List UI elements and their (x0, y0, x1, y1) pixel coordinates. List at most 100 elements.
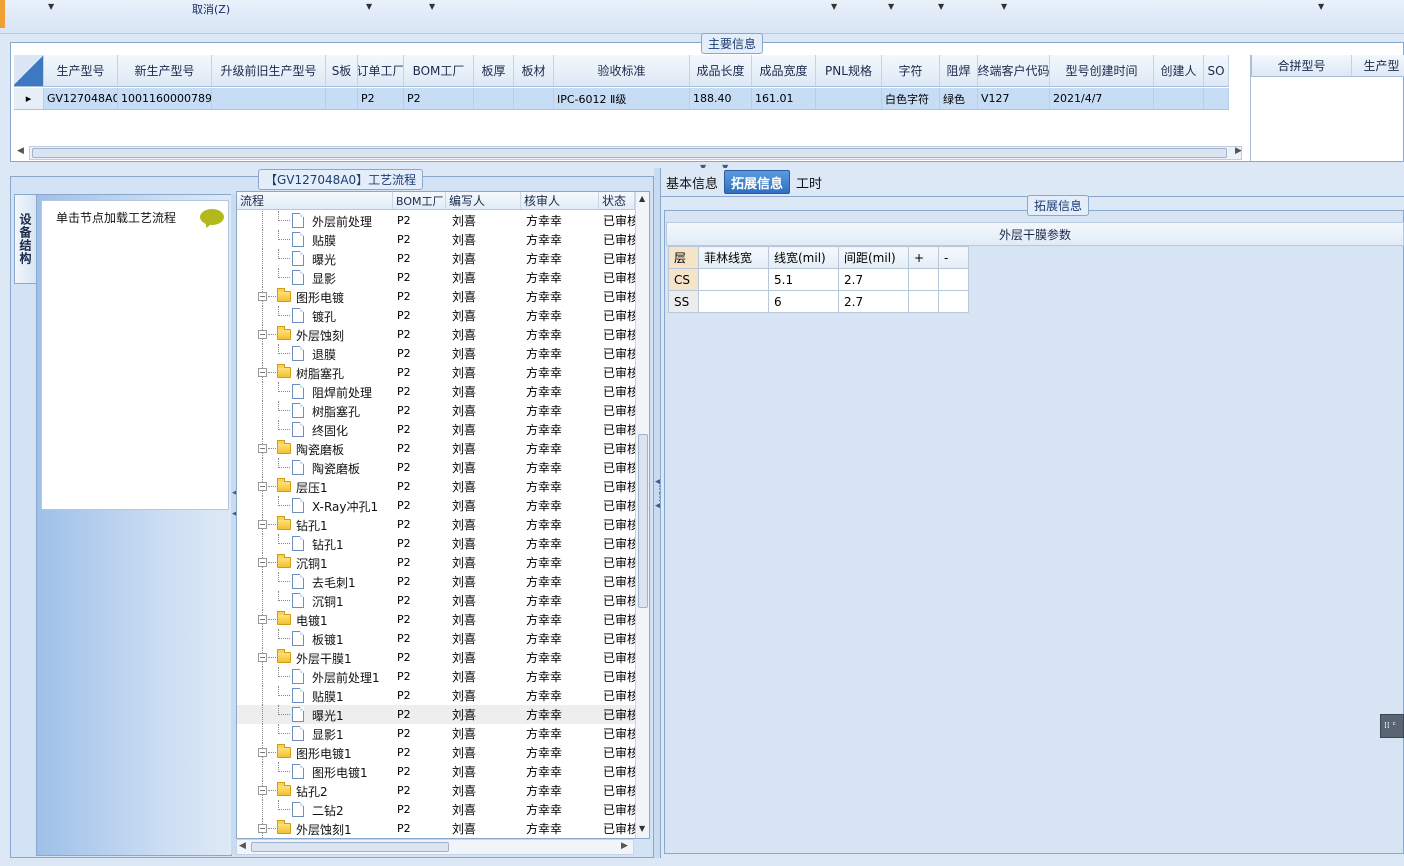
tree-row[interactable]: 二钻2 P2刘喜方幸幸已审核 (237, 800, 635, 819)
main-cell[interactable]: 188.40 (690, 88, 752, 109)
reviewer-cell[interactable]: 方幸幸 (521, 800, 599, 819)
status-cell[interactable]: 已审核 (599, 211, 635, 230)
status-cell[interactable]: 已审核 (599, 230, 635, 249)
reviewer-cell[interactable]: 方幸幸 (521, 743, 599, 762)
collapse-toggle-icon[interactable]: − (258, 653, 267, 662)
collapse-toggle-icon[interactable]: − (258, 292, 267, 301)
add-column-button[interactable]: + (908, 246, 939, 269)
reviewer-cell[interactable]: 方幸幸 (521, 610, 599, 629)
reviewer-cell[interactable]: 方幸幸 (521, 382, 599, 401)
bom-factory-cell[interactable]: P2 (393, 344, 446, 363)
param-cell[interactable]: 2.7 (838, 290, 909, 313)
writer-cell[interactable]: 刘喜 (446, 819, 521, 838)
tree-row[interactable]: 曝光 P2刘喜方幸幸已审核 (237, 249, 635, 268)
dropdown-arrow-icon[interactable]: ▼ (429, 2, 435, 11)
tree-row[interactable]: − 陶瓷磨板 P2刘喜方幸幸已审核 (237, 439, 635, 458)
param-cell[interactable] (938, 268, 969, 291)
status-cell[interactable]: 已审核 (599, 344, 635, 363)
tree-row[interactable]: 板镀1 P2刘喜方幸幸已审核 (237, 629, 635, 648)
tab-basic-info[interactable]: 基本信息 (660, 170, 724, 194)
writer-cell[interactable]: 刘喜 (446, 781, 521, 800)
status-cell[interactable]: 已审核 (599, 363, 635, 382)
status-cell[interactable]: 已审核 (599, 762, 635, 781)
main-cell[interactable] (816, 88, 882, 109)
scroll-thumb[interactable] (32, 148, 1227, 158)
main-col-header[interactable]: 创建人 (1154, 55, 1204, 86)
bom-factory-cell[interactable]: P2 (393, 325, 446, 344)
writer-cell[interactable]: 刘喜 (446, 325, 521, 344)
param-cell[interactable]: 2.7 (838, 268, 909, 291)
main-cell[interactable]: P2 (404, 88, 474, 109)
main-cell[interactable] (514, 88, 554, 109)
select-all-corner[interactable] (14, 55, 44, 86)
bom-factory-cell[interactable]: P2 (393, 534, 446, 553)
tree-node[interactable]: 图形电镀1 (237, 762, 393, 781)
writer-cell[interactable]: 刘喜 (446, 629, 521, 648)
tree-row[interactable]: 去毛刺1 P2刘喜方幸幸已审核 (237, 572, 635, 591)
bom-factory-cell[interactable]: P2 (393, 572, 446, 591)
bom-factory-cell[interactable]: P2 (393, 287, 446, 306)
reviewer-cell[interactable]: 方幸幸 (521, 705, 599, 724)
status-cell[interactable]: 已审核 (599, 306, 635, 325)
param-cell[interactable] (698, 290, 769, 313)
param-cell[interactable] (698, 268, 769, 291)
main-col-header[interactable]: 字符 (882, 55, 940, 86)
bom-factory-cell[interactable]: P2 (393, 496, 446, 515)
reviewer-cell[interactable]: 方幸幸 (521, 534, 599, 553)
main-cell[interactable]: P2 (358, 88, 404, 109)
collapse-toggle-icon[interactable]: − (258, 330, 267, 339)
collapse-toggle-icon[interactable]: − (258, 615, 267, 624)
writer-cell[interactable]: 刘喜 (446, 230, 521, 249)
main-cell[interactable] (1204, 88, 1229, 109)
status-cell[interactable]: 已审核 (599, 553, 635, 572)
tree-node[interactable]: 外层前处理 (237, 211, 393, 230)
status-cell[interactable]: 已审核 (599, 781, 635, 800)
param-cell[interactable] (908, 290, 939, 313)
status-cell[interactable]: 已审核 (599, 515, 635, 534)
status-cell[interactable]: 已审核 (599, 458, 635, 477)
tree-row[interactable]: 外层前处理 P2刘喜方幸幸已审核 (237, 211, 635, 230)
tree-node[interactable]: 曝光 (237, 249, 393, 268)
tree-row[interactable]: 镀孔 P2刘喜方幸幸已审核 (237, 306, 635, 325)
writer-cell[interactable]: 刘喜 (446, 249, 521, 268)
tree-row[interactable]: − 层压1 P2刘喜方幸幸已审核 (237, 477, 635, 496)
status-cell[interactable]: 已审核 (599, 724, 635, 743)
layer-cell[interactable]: CS (668, 268, 699, 291)
tree-node[interactable]: 显影1 (237, 724, 393, 743)
param-cell[interactable]: 5.1 (768, 268, 839, 291)
main-cell[interactable]: IPC-6012 Ⅱ级 (554, 88, 690, 109)
writer-cell[interactable]: 刘喜 (446, 686, 521, 705)
writer-cell[interactable]: 刘喜 (446, 591, 521, 610)
main-grid-row[interactable]: ▸ GV127048A0 10011600007892 P2 P2 IPC-6012 Ⅱ级… (14, 88, 1229, 110)
bom-factory-cell[interactable]: P2 (393, 667, 446, 686)
main-col-header[interactable]: 阻焊 (940, 55, 978, 86)
scroll-right-icon[interactable]: ▶ (621, 841, 628, 851)
col-flow[interactable]: 流程 (237, 192, 393, 209)
bom-factory-cell[interactable]: P2 (393, 382, 446, 401)
tree-row[interactable]: 陶瓷磨板 P2刘喜方幸幸已审核 (237, 458, 635, 477)
reviewer-cell[interactable]: 方幸幸 (521, 458, 599, 477)
bom-factory-cell[interactable]: P2 (393, 477, 446, 496)
main-col-header[interactable]: 验收标准 (554, 55, 690, 86)
tree-node[interactable]: 树脂塞孔 (237, 401, 393, 420)
tab-work-hours[interactable]: 工时 (790, 170, 828, 194)
reviewer-cell[interactable]: 方幸幸 (521, 496, 599, 515)
reviewer-cell[interactable]: 方幸幸 (521, 572, 599, 591)
writer-cell[interactable]: 刘喜 (446, 401, 521, 420)
status-cell[interactable]: 已审核 (599, 800, 635, 819)
tree-row[interactable]: 显影 P2刘喜方幸幸已审核 (237, 268, 635, 287)
reviewer-cell[interactable]: 方幸幸 (521, 553, 599, 572)
col-bom-factory[interactable]: BOM工厂 (393, 192, 446, 209)
main-col-header[interactable]: 新生产型号 (118, 55, 212, 86)
scroll-thumb[interactable] (251, 842, 449, 852)
reviewer-cell[interactable]: 方幸幸 (521, 287, 599, 306)
bom-factory-cell[interactable]: P2 (393, 629, 446, 648)
floating-grip-button[interactable]: ⁞⁞ ᶜ (1380, 714, 1404, 738)
status-cell[interactable]: 已审核 (599, 401, 635, 420)
tree-node[interactable]: − 电镀1 (237, 610, 393, 629)
bom-factory-cell[interactable]: P2 (393, 762, 446, 781)
status-cell[interactable]: 已审核 (599, 629, 635, 648)
tree-row[interactable]: 外层前处理1 P2刘喜方幸幸已审核 (237, 667, 635, 686)
layer-cell[interactable]: SS (668, 290, 699, 313)
writer-cell[interactable]: 刘喜 (446, 648, 521, 667)
